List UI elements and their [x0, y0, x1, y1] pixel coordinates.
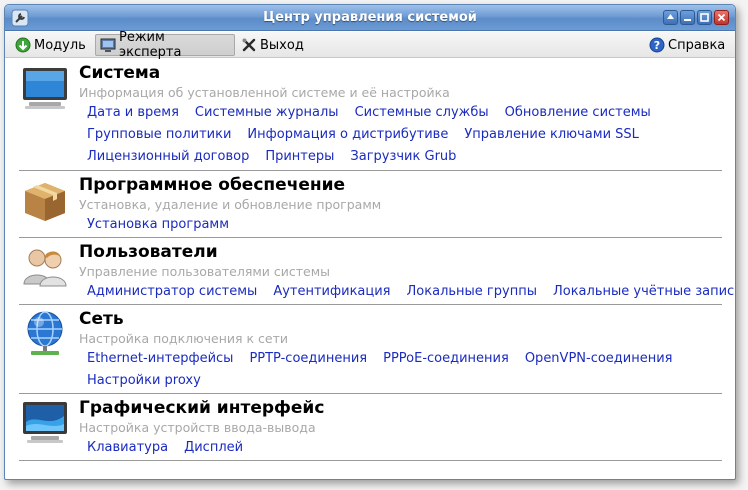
toolbar: Модуль Режим эксперта Выход ? Справка	[5, 30, 735, 60]
link-date-time[interactable]: Дата и время	[87, 102, 179, 124]
window-minimize-button[interactable]	[680, 10, 695, 25]
link-ssl-keys[interactable]: Управление ключами SSL	[464, 124, 639, 146]
display-icon	[23, 402, 67, 443]
module-back-icon	[15, 37, 31, 53]
expert-mode-toggle[interactable]: Режим эксперта	[95, 30, 235, 60]
help-label: Справка	[668, 37, 726, 53]
maximize-icon	[700, 13, 709, 22]
monitor-icon	[100, 38, 116, 52]
monitor-icon	[23, 68, 67, 109]
help-button[interactable]: ? Справка	[645, 34, 729, 56]
link-ethernet-interfaces[interactable]: Ethernet-интерфейсы	[87, 348, 233, 370]
link-pptp-connections[interactable]: PPTP-соединения	[249, 348, 367, 370]
link-system-services[interactable]: Системные службы	[355, 102, 489, 124]
link-group-policies[interactable]: Групповые политики	[87, 124, 231, 146]
users-icon	[23, 249, 67, 287]
link-system-logs[interactable]: Системные журналы	[195, 102, 339, 124]
link-printers[interactable]: Принтеры	[265, 146, 334, 168]
link-display[interactable]: Дисплей	[184, 437, 243, 459]
section-title: Сеть	[79, 309, 124, 329]
section-title: Система	[79, 63, 161, 83]
link-system-admin[interactable]: Администратор системы	[87, 281, 257, 303]
tools-exit-icon	[242, 38, 256, 52]
expert-mode-label: Режим эксперта	[119, 30, 182, 60]
link-proxy-settings[interactable]: Настройки proxy	[87, 370, 201, 392]
link-grub-loader[interactable]: Загрузчик Grub	[350, 146, 456, 168]
section-software: Программное обеспечение Установка, удале…	[19, 171, 722, 238]
link-local-groups[interactable]: Локальные группы	[407, 281, 537, 303]
help-icon: ?	[649, 37, 665, 53]
package-box-icon	[25, 183, 65, 221]
window-maximize-button[interactable]	[697, 10, 712, 25]
exit-label: Выход	[260, 37, 304, 53]
section-description: Настройка устройств ввода-вывода	[79, 420, 316, 435]
window-close-button[interactable]	[714, 10, 729, 25]
link-authentication[interactable]: Аутентификация	[273, 281, 390, 303]
section-links: Ethernet-интерфейсы PPTP-соединения PPPo…	[87, 348, 717, 392]
section-system: Система Информация об установленной сист…	[19, 59, 722, 171]
link-install-programs[interactable]: Установка программ	[87, 214, 229, 236]
arrow-up-icon	[667, 14, 674, 19]
window-title: Центр управления системой	[263, 10, 477, 25]
link-distro-info[interactable]: Информация о дистрибутиве	[247, 124, 448, 146]
globe-network-icon	[27, 311, 63, 355]
section-links: Клавиатура Дисплей	[87, 437, 717, 459]
module-button[interactable]: Модуль	[11, 34, 90, 56]
module-label: Модуль	[34, 37, 86, 53]
svg-text:?: ?	[654, 39, 660, 52]
titlebar[interactable]: Центр управления системой	[5, 5, 735, 31]
section-description: Установка, удаление и обновление програм…	[79, 197, 382, 212]
section-network: Сеть Настройка подключения к сети Ethern…	[19, 305, 722, 394]
link-system-update[interactable]: Обновление системы	[505, 102, 651, 124]
section-description: Управление пользователями системы	[79, 264, 331, 279]
link-pppoe-connections[interactable]: PPPoE-соединения	[383, 348, 509, 370]
link-openvpn-connections[interactable]: OpenVPN-соединения	[525, 348, 673, 370]
window-up-button[interactable]	[663, 10, 678, 25]
minimize-icon	[684, 19, 691, 21]
link-keyboard[interactable]: Клавиатура	[87, 437, 168, 459]
section-title: Пользователи	[79, 242, 218, 262]
link-local-accounts[interactable]: Локальные учётные записи	[553, 281, 735, 303]
section-title: Графический интерфейс	[79, 398, 325, 418]
close-icon	[717, 13, 726, 22]
link-license[interactable]: Лицензионный договор	[87, 146, 249, 168]
section-gui: Графический интерфейс Настройка устройст…	[19, 394, 722, 461]
section-description: Информация об установленной системе и её…	[79, 85, 450, 100]
section-description: Настройка подключения к сети	[79, 331, 288, 346]
section-links: Администратор системы Аутентификация Лок…	[87, 281, 735, 303]
section-links: Дата и время Системные журналы Системные…	[87, 102, 717, 168]
main-window: Центр управления системой Модуль Режим э…	[4, 4, 736, 480]
section-users: Пользователи Управление пользователями с…	[19, 238, 735, 305]
exit-button[interactable]: Выход	[237, 34, 308, 56]
section-links: Установка программ	[87, 214, 717, 236]
section-title: Программное обеспечение	[79, 175, 346, 195]
